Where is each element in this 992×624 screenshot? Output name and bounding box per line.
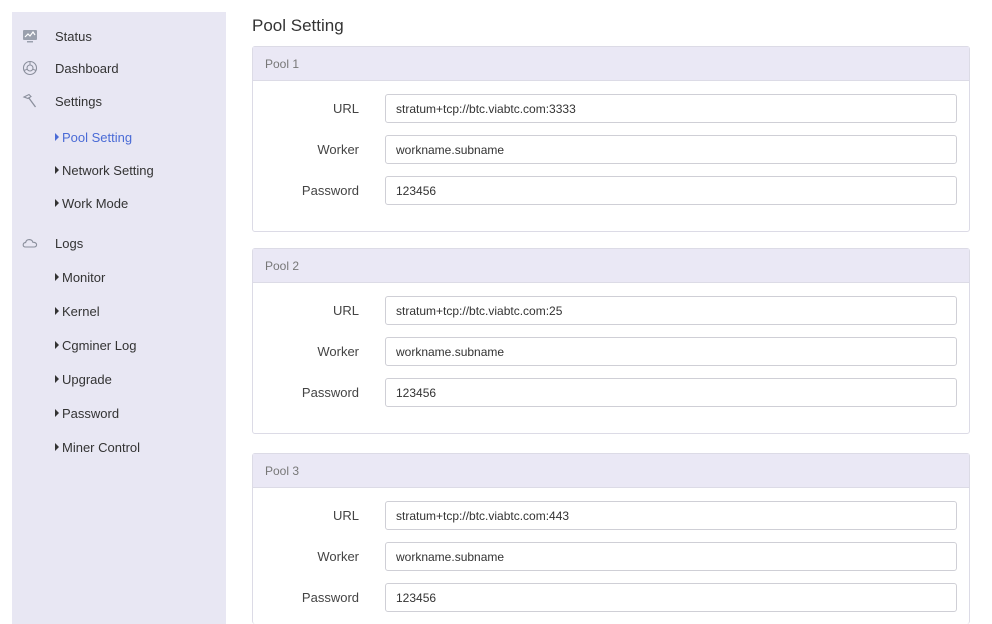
nav-kernel[interactable]: Kernel — [12, 299, 226, 323]
password-row: Password — [253, 176, 969, 206]
page-title: Pool Setting — [252, 16, 344, 35]
nav-work-mode[interactable]: Work Mode — [12, 191, 226, 215]
url-label: URL — [332, 303, 359, 318]
nav-settings-label: Settings — [55, 93, 102, 109]
nav-cgminer-log[interactable]: Cgminer Log — [12, 333, 226, 357]
nav-monitor-label: Monitor — [62, 269, 106, 285]
pool-card: Pool 3 URL Worker Password — [252, 453, 970, 624]
caret-right-icon — [55, 273, 59, 281]
url-row: URL — [253, 94, 969, 124]
sidebar: Status Dashboard Settings Pool Setting N… — [12, 12, 226, 624]
url-row: URL — [253, 296, 969, 326]
cloud-icon — [22, 235, 38, 251]
nav-settings[interactable]: Settings — [12, 89, 226, 113]
url-label: URL — [332, 508, 359, 523]
pool-card: Pool 1 URL Worker Password — [252, 46, 970, 232]
caret-right-icon — [55, 341, 59, 349]
main-content: Pool Setting Pool 1 URL Worker Password … — [238, 12, 980, 624]
password-label: Password — [301, 590, 359, 605]
nav-pool-setting[interactable]: Pool Setting — [12, 125, 226, 149]
nav-cgminer-log-label: Cgminer Log — [62, 337, 137, 353]
pool2-password-input[interactable] — [385, 378, 957, 407]
nav-monitor[interactable]: Monitor — [12, 265, 226, 289]
pool3-worker-input[interactable] — [385, 542, 957, 571]
nav-miner-control[interactable]: Miner Control — [12, 435, 226, 459]
pool-card: Pool 2 URL Worker Password — [252, 248, 970, 434]
pool1-worker-input[interactable] — [385, 135, 957, 164]
password-label: Password — [301, 183, 359, 198]
worker-label: Worker — [317, 344, 359, 359]
pool2-url-input[interactable] — [385, 296, 957, 325]
nav-pool-setting-label: Pool Setting — [62, 129, 133, 145]
nav-status-label: Status — [55, 28, 92, 44]
caret-right-icon — [55, 443, 59, 451]
password-label: Password — [301, 385, 359, 400]
pool-header: Pool 2 — [253, 249, 969, 283]
pool1-password-input[interactable] — [385, 176, 957, 205]
worker-row: Worker — [253, 542, 969, 572]
pool3-password-input[interactable] — [385, 583, 957, 612]
worker-row: Worker — [253, 337, 969, 367]
caret-right-icon — [55, 133, 59, 141]
worker-label: Worker — [317, 549, 359, 564]
nav-upgrade-label: Upgrade — [62, 371, 112, 387]
nav-upgrade[interactable]: Upgrade — [12, 367, 226, 391]
nav-dashboard[interactable]: Dashboard — [12, 56, 226, 80]
nav-status[interactable]: Status — [12, 24, 226, 48]
caret-right-icon — [55, 409, 59, 417]
pool-body: URL Worker Password — [253, 283, 969, 433]
monitor-icon — [22, 28, 38, 44]
nav-dashboard-label: Dashboard — [55, 60, 119, 76]
nav-password[interactable]: Password — [12, 401, 226, 425]
password-row: Password — [253, 583, 969, 613]
url-row: URL — [253, 501, 969, 531]
pool-header: Pool 1 — [253, 47, 969, 81]
nav-network-setting[interactable]: Network Setting — [12, 158, 226, 182]
caret-right-icon — [55, 307, 59, 315]
password-row: Password — [253, 378, 969, 408]
pool3-url-input[interactable] — [385, 501, 957, 530]
pool-body: URL Worker Password — [253, 488, 969, 624]
hammer-icon — [22, 93, 38, 109]
nav-work-mode-label: Work Mode — [62, 195, 129, 211]
nav-kernel-label: Kernel — [62, 303, 100, 319]
nav-miner-control-label: Miner Control — [62, 439, 141, 455]
nav-logs-label: Logs — [55, 235, 84, 251]
pool-body: URL Worker Password — [253, 81, 969, 231]
url-label: URL — [332, 101, 359, 116]
pool-header: Pool 3 — [253, 454, 969, 488]
worker-row: Worker — [253, 135, 969, 165]
caret-right-icon — [55, 375, 59, 383]
worker-label: Worker — [317, 142, 359, 157]
dashboard-icon — [22, 60, 38, 76]
nav-network-setting-label: Network Setting — [62, 162, 154, 178]
nav-password-label: Password — [62, 405, 120, 421]
caret-right-icon — [55, 166, 59, 174]
pool1-url-input[interactable] — [385, 94, 957, 123]
nav-logs[interactable]: Logs — [12, 231, 226, 255]
caret-right-icon — [55, 199, 59, 207]
pool2-worker-input[interactable] — [385, 337, 957, 366]
